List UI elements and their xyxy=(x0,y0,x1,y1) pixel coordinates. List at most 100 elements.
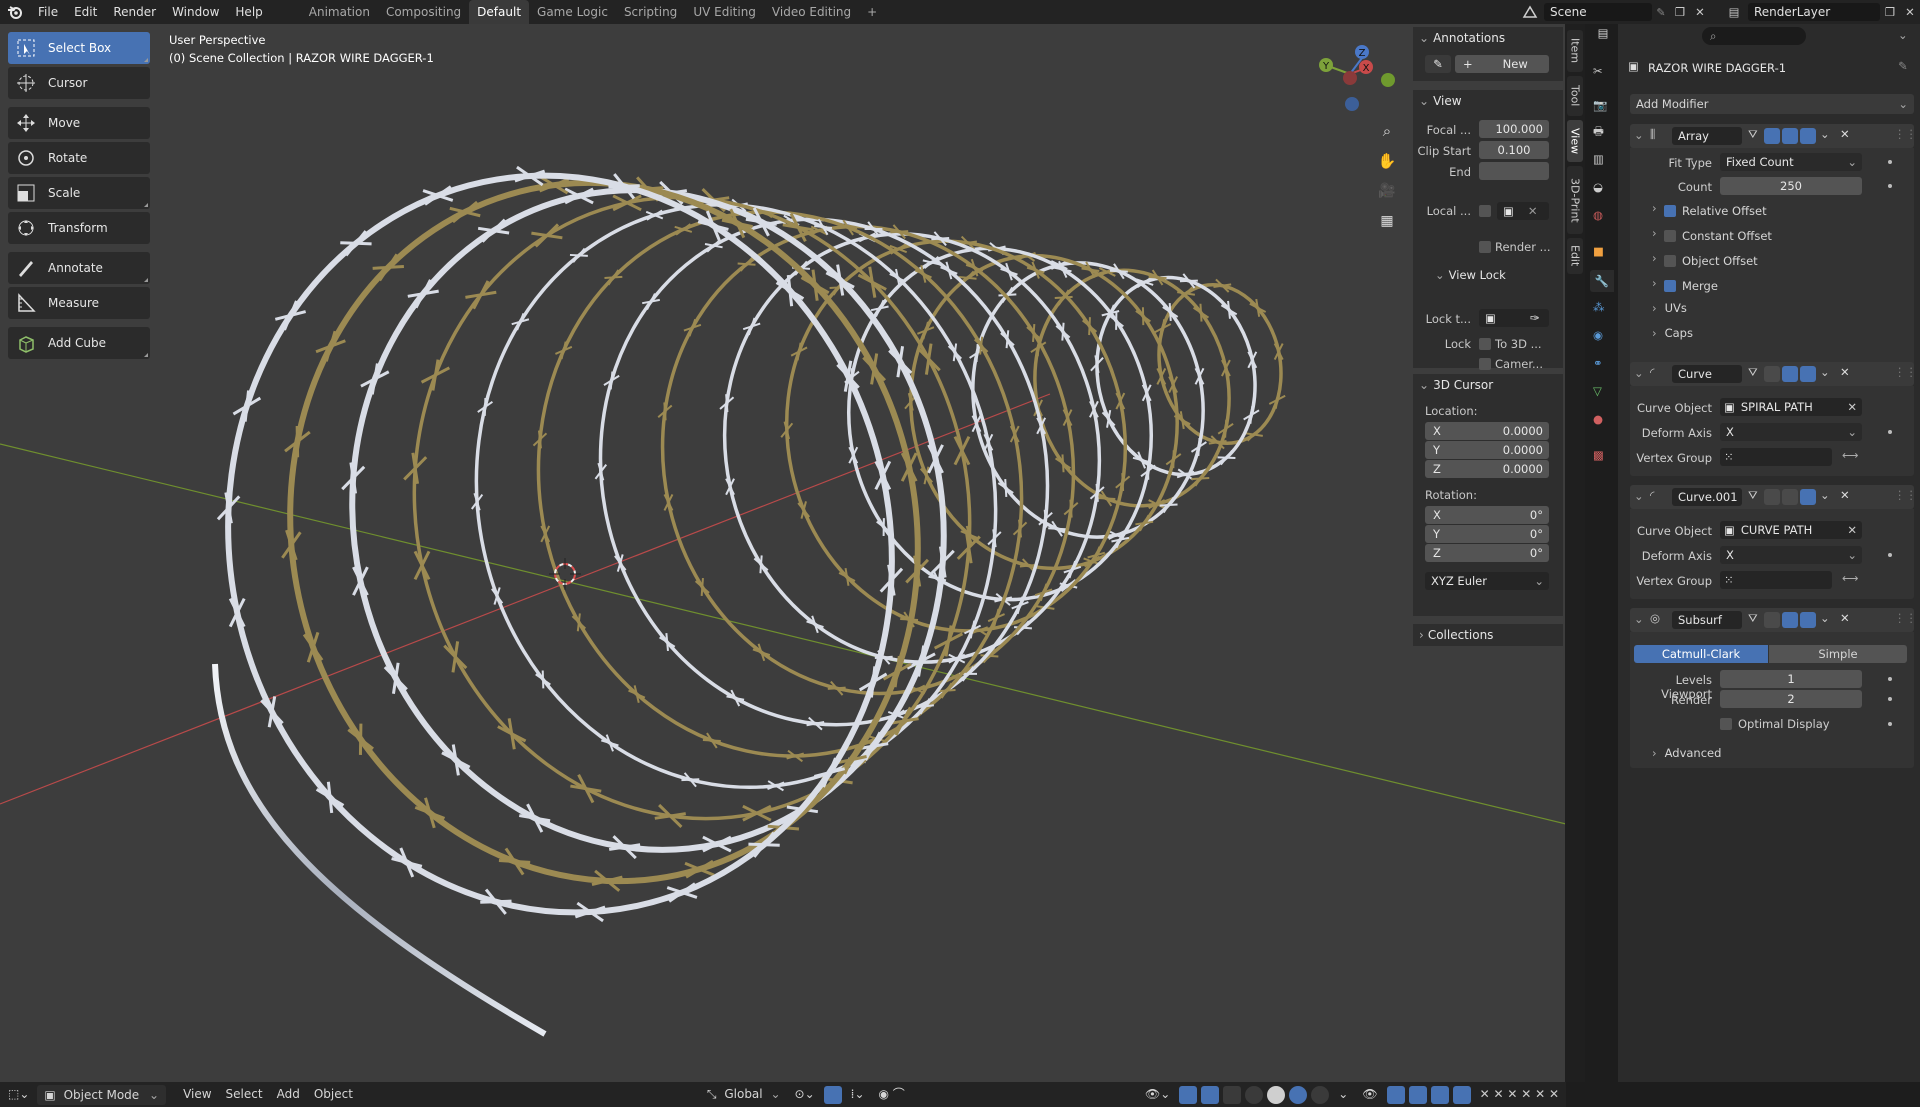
ortho-grid-icon[interactable]: ▦ xyxy=(1376,210,1398,232)
orientation-dropdown[interactable]: ⤡ Global ⌄ xyxy=(700,1082,788,1107)
edit-mode-cage-icon[interactable]: ⛛ xyxy=(1748,488,1758,503)
camera-view-icon[interactable]: 🎥 xyxy=(1376,180,1398,202)
texture-tab-icon[interactable]: ▩ xyxy=(1593,448,1604,462)
render-toggle-icon[interactable] xyxy=(1800,612,1816,628)
remove-modifier-icon[interactable]: ✕ xyxy=(1840,488,1850,502)
properties-search-field[interactable]: ⌕ xyxy=(1702,27,1806,45)
render-toggle-icon[interactable] xyxy=(1800,489,1816,505)
view-layer-field[interactable]: RenderLayer xyxy=(1748,3,1880,21)
cursor-location-z-field[interactable]: Z 0.0000 xyxy=(1425,460,1549,478)
proportional-edit-icon[interactable]: ◉ ⌒ xyxy=(872,1082,912,1107)
menu-view[interactable]: View xyxy=(176,1082,218,1107)
add-modifier-dropdown[interactable]: Add Modifier ⌄ xyxy=(1630,94,1914,114)
view-panel-header[interactable]: ⌄ View xyxy=(1413,90,1563,112)
data-tab-icon[interactable]: ▽ xyxy=(1593,384,1602,398)
remove-modifier-icon[interactable]: ✕ xyxy=(1840,365,1850,379)
new-scene-icon[interactable]: ❐ xyxy=(1670,5,1690,19)
relative-offset-checkbox[interactable] xyxy=(1664,205,1676,217)
array-name-field[interactable]: Array xyxy=(1672,127,1742,145)
fit-type-dropdown[interactable]: Fixed Count ⌄ xyxy=(1720,153,1862,171)
render-toggle-icon[interactable] xyxy=(1800,128,1816,144)
drag-handle-icon[interactable]: ⋮⋮ xyxy=(1894,488,1917,502)
menu-add[interactable]: Add xyxy=(270,1082,307,1107)
menu-select[interactable]: Select xyxy=(219,1082,270,1107)
curve001-name-field[interactable]: Curve.001 xyxy=(1672,488,1742,506)
gizmo-toggle-icon[interactable] xyxy=(1179,1085,1198,1104)
cursor-location-x-field[interactable]: X 0.0000 xyxy=(1425,422,1549,440)
drag-handle-icon[interactable]: ⋮⋮ xyxy=(1894,127,1917,141)
viewport-toggle-icon[interactable] xyxy=(1782,366,1798,382)
vertex-group-field[interactable]: ⁙ xyxy=(1720,448,1832,466)
editor-type-icon[interactable]: ⬚⌄ xyxy=(0,1082,37,1107)
annotation-layer-icon[interactable]: ✎ xyxy=(1425,55,1451,73)
render-toggle-icon[interactable] xyxy=(1800,366,1816,382)
clip-end-field[interactable] xyxy=(1479,162,1549,180)
tab-tool[interactable]: Tool xyxy=(1567,76,1583,116)
tool-annotate[interactable]: Annotate xyxy=(8,252,150,284)
tab-video-editing[interactable]: Video Editing xyxy=(764,0,859,24)
tool-rotate[interactable]: Rotate xyxy=(8,142,150,174)
lock-camera-checkbox[interactable] xyxy=(1479,358,1491,370)
scene-field[interactable]: Scene xyxy=(1544,3,1652,21)
menu-render[interactable]: Render xyxy=(105,0,164,24)
lock-to-object-field[interactable]: ▣ ✑ xyxy=(1479,309,1549,327)
output-tab-icon[interactable]: 🖶 xyxy=(1593,124,1604,143)
solid-shading-icon[interactable] xyxy=(1267,1085,1286,1104)
curve-modifier-header[interactable]: ⌄ ◜ Curve ⛛ ⌄ ✕ ⋮⋮ xyxy=(1630,362,1917,386)
object-offset-row[interactable]: › Object Offset xyxy=(1652,251,1758,271)
modifier-tab-icon[interactable]: 🔧 xyxy=(1590,270,1614,292)
visibility-icon[interactable]: 👁⌄ xyxy=(1138,1082,1177,1107)
tool-scale[interactable]: Scale xyxy=(8,177,150,209)
tool-measure[interactable]: Measure xyxy=(8,287,150,319)
blender-logo-icon[interactable] xyxy=(0,0,30,24)
local-camera-checkbox[interactable] xyxy=(1479,205,1491,217)
tab-game-logic[interactable]: Game Logic xyxy=(529,0,616,24)
menu-window[interactable]: Window xyxy=(164,0,227,24)
rendered-shading-icon[interactable] xyxy=(1311,1085,1330,1104)
modifier-menu-icon[interactable]: ⌄ xyxy=(1820,127,1830,141)
world-tab-icon[interactable]: ◍ xyxy=(1593,208,1603,222)
render-region-checkbox[interactable] xyxy=(1479,241,1491,253)
cursor-rotation-y-field[interactable]: Y 0° xyxy=(1425,525,1549,543)
filter-toggle-1-icon[interactable] xyxy=(1386,1085,1405,1104)
add-workspace-button[interactable]: + xyxy=(859,0,885,24)
menu-edit[interactable]: Edit xyxy=(66,0,105,24)
render-tab-icon[interactable]: 📷 xyxy=(1593,98,1607,112)
wireframe-shading-icon[interactable] xyxy=(1245,1085,1264,1104)
modifier-menu-icon[interactable]: ⌄ xyxy=(1820,365,1830,379)
filter-toggle-4-icon[interactable] xyxy=(1452,1085,1471,1104)
view-layer-tab-icon[interactable]: ▥ xyxy=(1593,152,1604,166)
remove-modifier-icon[interactable]: ✕ xyxy=(1840,611,1850,625)
menu-file[interactable]: File xyxy=(30,0,66,24)
lock-to-3d-cursor-checkbox[interactable] xyxy=(1479,338,1491,350)
local-camera-field[interactable]: ▣ ✕ xyxy=(1497,202,1549,220)
menu-help[interactable]: Help xyxy=(227,0,270,24)
delete-view-layer-icon[interactable]: ✕ xyxy=(1900,5,1920,19)
constant-offset-checkbox[interactable] xyxy=(1664,230,1676,242)
count-field[interactable]: 250 xyxy=(1720,177,1862,195)
edit-mode-cage-icon[interactable]: ⛛ xyxy=(1748,365,1758,380)
cursor-location-y-field[interactable]: Y 0.0000 xyxy=(1425,441,1549,459)
clear-camera-icon[interactable]: ✕ xyxy=(1528,204,1538,218)
material-shading-icon[interactable] xyxy=(1289,1085,1308,1104)
snap-toggle-icon[interactable] xyxy=(823,1085,842,1104)
tool-cursor[interactable]: Cursor xyxy=(8,67,150,99)
view-lock-subheader[interactable]: ⌄ View Lock xyxy=(1435,268,1506,282)
tab-compositing[interactable]: Compositing xyxy=(378,0,469,24)
edit-mode-toggle-icon[interactable] xyxy=(1764,128,1780,144)
tab-uv-editing[interactable]: UV Editing xyxy=(685,0,764,24)
filter-toggle-2-icon[interactable] xyxy=(1408,1085,1427,1104)
cursor-rotation-z-field[interactable]: Z 0° xyxy=(1425,544,1549,562)
collapse-chevron-icon[interactable]: ⌄ xyxy=(1634,366,1644,380)
optimal-display-checkbox[interactable] xyxy=(1720,718,1732,730)
render-levels-field[interactable]: 2 xyxy=(1720,690,1862,708)
viewport-toggle-icon[interactable] xyxy=(1782,612,1798,628)
overlay-toggle-icon[interactable] xyxy=(1201,1085,1220,1104)
collapse-chevron-icon[interactable]: ⌄ xyxy=(1634,489,1644,503)
clip-start-field[interactable]: 0.100 xyxy=(1479,141,1549,159)
tool-transform[interactable]: Transform xyxy=(8,212,150,244)
edit-mode-cage-icon[interactable]: ⛛ xyxy=(1748,611,1758,626)
cross-toggles-icon[interactable]: ✕ ✕ ✕ ✕ ✕ ✕ xyxy=(1473,1082,1566,1107)
remove-modifier-icon[interactable]: ✕ xyxy=(1840,127,1850,141)
xray-toggle-icon[interactable] xyxy=(1223,1085,1242,1104)
